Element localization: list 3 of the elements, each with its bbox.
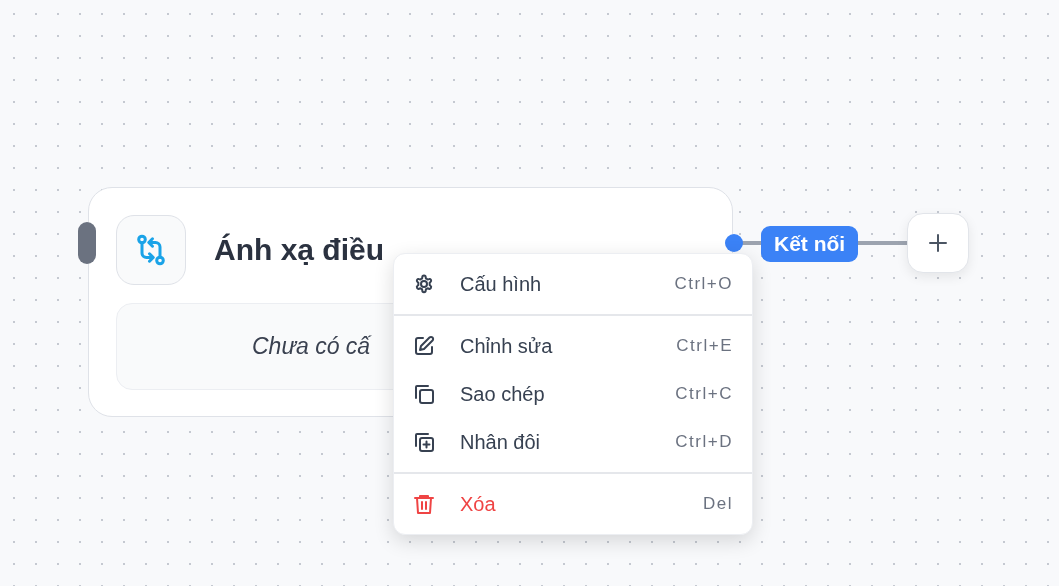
empty-config-text: Chưa có cấ [252,333,371,360]
node-title: Ánh xạ điều [214,233,385,267]
connection-label: Kết nối [761,226,859,262]
